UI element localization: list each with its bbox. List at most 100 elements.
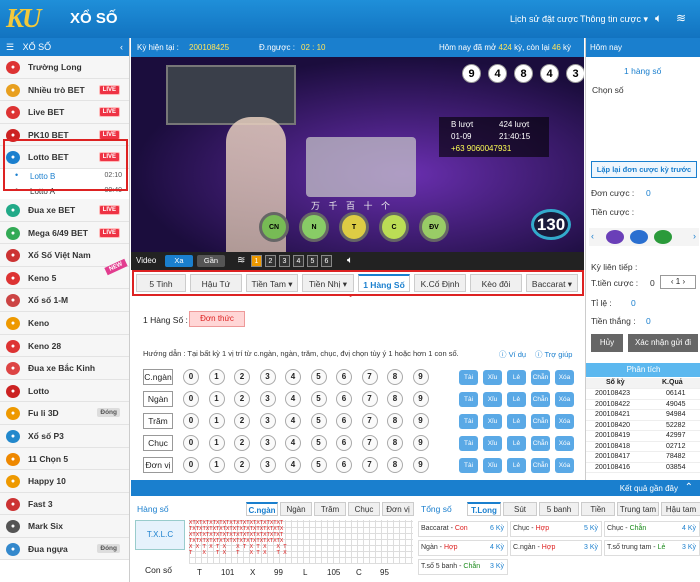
result-tab[interactable]: Trung tam	[617, 502, 659, 516]
sidebar-item[interactable]: ● Keno 5 NEW	[0, 258, 129, 290]
sidebar-item[interactable]: ● Lotto BET LIVE	[0, 146, 129, 169]
quick-select-button[interactable]: Chẵn	[531, 458, 550, 473]
digit-button[interactable]: 6	[336, 391, 352, 407]
digit-button[interactable]: 5	[310, 457, 327, 473]
digit-button[interactable]: 4	[285, 413, 301, 429]
sidebar-item[interactable]: ● Fast 3	[0, 492, 129, 516]
recent-results-header[interactable]: Kết quả gần đây ⌃	[131, 480, 700, 496]
digit-button[interactable]: 5	[310, 435, 327, 451]
digit-button[interactable]: 3	[259, 457, 276, 473]
quick-select-button[interactable]: Lẻ	[507, 370, 526, 385]
single-mode-button[interactable]: Đơn thức	[189, 311, 245, 327]
quick-select-button[interactable]: Xỉu	[483, 458, 502, 473]
camera-chip[interactable]: 2	[265, 255, 276, 267]
quick-select-button[interactable]: Lẻ	[507, 436, 526, 451]
digit-button[interactable]: 1	[208, 413, 225, 429]
sidebar-subitem[interactable]: • Lotto A 00:40	[0, 183, 129, 199]
digit-button[interactable]: 9	[412, 369, 429, 385]
chip-blue-icon[interactable]	[630, 230, 648, 244]
quick-select-button[interactable]: Xỉu	[483, 436, 502, 451]
digit-button[interactable]: 8	[387, 457, 403, 473]
sidebar-item[interactable]: ● Mega 6/49 BET LIVE	[0, 221, 129, 245]
logo[interactable]: KU	[6, 3, 41, 34]
digit-button[interactable]: 3	[259, 435, 276, 451]
digit-button[interactable]: 3	[259, 369, 276, 385]
quick-select-button[interactable]: Xỉu	[483, 414, 502, 429]
chip-purple-icon[interactable]	[606, 230, 624, 244]
quick-select-button[interactable]: Xóa	[555, 392, 574, 407]
quick-select-button[interactable]: Chẵn	[531, 414, 550, 429]
digit-button[interactable]: 7	[361, 391, 378, 407]
camera-chip[interactable]: 5	[307, 255, 318, 267]
tab-bet-type[interactable]: Tiền Tam ▾	[246, 274, 298, 292]
digit-button[interactable]: 4	[285, 391, 301, 407]
wifi-icon[interactable]: ≋	[676, 11, 686, 25]
chip-selector[interactable]: ‹ ›	[589, 228, 699, 246]
digit-button[interactable]: 2	[234, 391, 250, 407]
confirm-button[interactable]: Xác nhận gửi đi	[628, 334, 698, 352]
digit-button[interactable]: 0	[183, 391, 199, 407]
sidebar-item[interactable]: ● Xổ số P3	[0, 424, 129, 448]
digit-button[interactable]: 4	[285, 435, 301, 451]
result-tab[interactable]: 5 banh	[539, 502, 579, 516]
quick-select-button[interactable]: Xóa	[555, 436, 574, 451]
digit-button[interactable]: 6	[336, 435, 352, 451]
quick-select-button[interactable]: Xóa	[555, 458, 574, 473]
digit-button[interactable]: 5	[310, 369, 327, 385]
digit-button[interactable]: 9	[412, 413, 429, 429]
sidebar-item[interactable]: ● Live BET LIVE	[0, 101, 129, 124]
help-link[interactable]: ⓘ Trợ giúp	[535, 349, 572, 360]
analysis-tab[interactable]: Phân tích	[586, 363, 700, 377]
digit-button[interactable]: 6	[336, 413, 352, 429]
quick-select-button[interactable]: Tài	[459, 436, 478, 451]
digit-button[interactable]: 8	[387, 391, 403, 407]
sidebar-item[interactable]: ● Happy 10	[0, 470, 129, 493]
tab-bet-type[interactable]: Kèo đôi	[470, 274, 522, 292]
digit-button[interactable]: 6	[336, 457, 352, 473]
sidebar-item[interactable]: ● Đua ngựa Đóng	[0, 537, 129, 561]
quick-select-button[interactable]: Chẵn	[531, 392, 550, 407]
column-tab[interactable]: C.ngàn	[246, 502, 278, 516]
digit-button[interactable]: 9	[412, 435, 429, 451]
digit-button[interactable]: 8	[387, 413, 403, 429]
quick-select-button[interactable]: Lẻ	[507, 458, 526, 473]
collapse-icon[interactable]: ‹	[120, 42, 123, 52]
tab-bet-type[interactable]: Baccarat ▾	[526, 274, 578, 292]
digit-button[interactable]: 3	[259, 413, 276, 429]
quick-select-button[interactable]: Lẻ	[507, 414, 526, 429]
tab-bet-type[interactable]: Hậu Tứ	[190, 274, 242, 292]
sidebar-item[interactable]: ● Fu li 3D Đóng	[0, 402, 129, 425]
tab-bet-type[interactable]: K.Cố Định	[414, 274, 466, 292]
digit-button[interactable]: 9	[412, 391, 429, 407]
column-tab[interactable]: Đơn vị	[382, 502, 414, 516]
quick-select-button[interactable]: Chẵn	[531, 370, 550, 385]
digit-button[interactable]: 0	[183, 369, 199, 385]
tab-bet-type[interactable]: 5 Tinh	[136, 274, 186, 292]
digit-button[interactable]: 4	[285, 457, 301, 473]
digit-button[interactable]: 5	[310, 391, 327, 407]
sidebar-item[interactable]: ● 11 Chọn 5	[0, 447, 129, 471]
sidebar-item[interactable]: ● Lotto	[0, 379, 129, 403]
quick-select-button[interactable]: Tài	[459, 392, 478, 407]
result-tab[interactable]: Sút	[503, 502, 537, 516]
camera-chip[interactable]: 1	[251, 255, 262, 267]
stake-stepper[interactable]: ‹ 1 ›	[660, 275, 696, 289]
quick-select-button[interactable]: Tài	[459, 370, 478, 385]
digit-button[interactable]: 7	[361, 435, 378, 451]
quick-select-button[interactable]: Tài	[459, 458, 478, 473]
sidebar-item[interactable]: ● Nhiều trò BET LIVE	[0, 78, 129, 102]
bet-history-link[interactable]: Lịch sử đặt cược	[510, 14, 578, 24]
sidebar-item[interactable]: ● Đua xe BET LIVE	[0, 198, 129, 222]
camera-chip[interactable]: 4	[293, 255, 304, 267]
digit-button[interactable]: 2	[234, 457, 250, 473]
cancel-button[interactable]: Hủy	[591, 334, 623, 352]
quick-select-button[interactable]: Xóa	[555, 414, 574, 429]
column-tab[interactable]: Chục	[348, 502, 380, 516]
column-tab[interactable]: Ngàn	[280, 502, 312, 516]
digit-button[interactable]: 9	[412, 457, 429, 473]
quick-select-button[interactable]: Xóa	[555, 370, 574, 385]
tab-bet-type[interactable]: Tiền Nhị ▾	[302, 274, 354, 292]
sidebar-item[interactable]: ● Keno 28	[0, 334, 129, 358]
digit-button[interactable]: 1	[208, 369, 225, 385]
chip-next-icon[interactable]: ›	[693, 231, 696, 241]
